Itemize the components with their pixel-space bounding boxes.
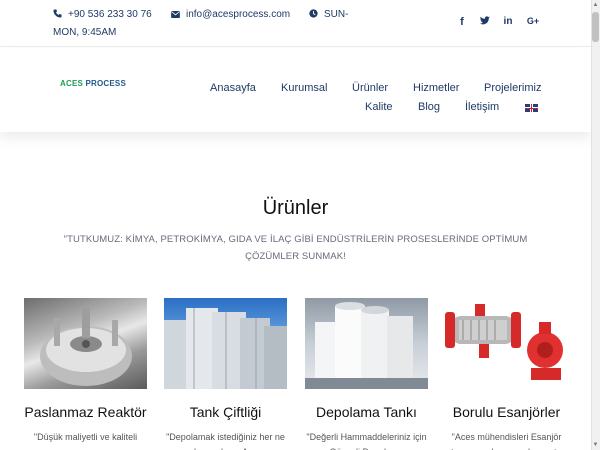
hours-info: SUN- — [309, 9, 348, 20]
clock-icon — [309, 9, 318, 20]
product-title[interactable]: Borulu Esanjörler — [445, 404, 568, 421]
nav-urunler[interactable]: Ürünler — [352, 82, 388, 94]
email-contact[interactable]: info@acesprocess.com — [171, 9, 290, 20]
top-bar: +90 536 233 30 76 info@acesprocess.com S… — [0, 0, 591, 47]
phone-number: +90 536 233 30 76 — [68, 9, 152, 20]
section-subtitle: "TUTKUMUZ: KİMYA, PETROKİMYA, GIDA VE İL… — [63, 234, 528, 262]
product-card[interactable]: Borulu Esanjörler "Aces mühendisleri Esa… — [445, 298, 568, 450]
product-card[interactable]: Paslanmaz Reaktör "Düşük maliyetli ve ka… — [24, 298, 147, 445]
section-title: Ürünler — [262, 197, 329, 219]
scroll-up-arrow-icon[interactable]: ▲ — [592, 2, 599, 8]
site-logo[interactable]: ACES PROCESS — [60, 79, 126, 88]
linkedin-icon[interactable]: in — [502, 16, 514, 27]
envelope-icon — [171, 10, 180, 20]
scroll-thumb[interactable] — [592, 12, 599, 42]
product-title[interactable]: Paslanmaz Reaktör — [24, 404, 147, 421]
twitter-icon[interactable] — [479, 16, 491, 28]
google-plus-icon[interactable]: G+ — [526, 16, 540, 26]
facebook-icon[interactable]: f — [456, 16, 468, 28]
nav-kalite[interactable]: Kalite — [365, 101, 393, 113]
phone-contact[interactable]: +90 536 233 30 76 — [53, 9, 152, 20]
nav-projelerimiz[interactable]: Projelerimiz — [484, 82, 541, 94]
heat-exchanger-image[interactable] — [445, 298, 568, 389]
storage-tank-image[interactable] — [305, 298, 428, 389]
scroll-down-arrow-icon[interactable]: ▼ — [592, 442, 599, 448]
nav-hizmetler[interactable]: Hizmetler — [413, 82, 459, 94]
phone-icon — [53, 9, 62, 20]
nav-anasayfa[interactable]: Anasayfa — [210, 82, 256, 94]
nav-blog[interactable]: Blog — [418, 101, 440, 113]
site-header: ACES PROCESS Anasayfa Kurumsal Ürünler H… — [0, 48, 591, 132]
nav-iletisim[interactable]: İletişim — [465, 101, 499, 113]
reactor-image[interactable] — [24, 298, 147, 389]
product-text: "Depolamak istediğiniz her ne olursa ols… — [166, 432, 285, 450]
email-address: info@acesprocess.com — [186, 9, 291, 20]
product-text: "Düşük maliyetli ve kaliteli — [33, 432, 138, 442]
nav-kurumsal[interactable]: Kurumsal — [281, 82, 327, 94]
product-card[interactable]: Tank Çiftliği "Depolamak istediğiniz her… — [164, 298, 287, 450]
product-title[interactable]: Tank Çiftliği — [164, 404, 287, 421]
product-text: "Aces mühendisleri Esanjör tasarımında u… — [451, 432, 562, 450]
product-text: "Değerli Hammaddeleriniz için Güvenli De… — [306, 432, 427, 450]
hours-line-1: SUN- — [324, 9, 349, 20]
tank-farm-image[interactable] — [164, 298, 287, 389]
hours-line-2: MON, 9:45AM — [53, 27, 117, 38]
product-title[interactable]: Depolama Tankı — [305, 404, 428, 421]
page-scrollbar[interactable]: ▲ ▼ — [591, 0, 600, 450]
uk-flag-icon[interactable] — [525, 104, 538, 112]
product-card[interactable]: Depolama Tankı "Değerli Hammaddeleriniz … — [305, 298, 428, 450]
